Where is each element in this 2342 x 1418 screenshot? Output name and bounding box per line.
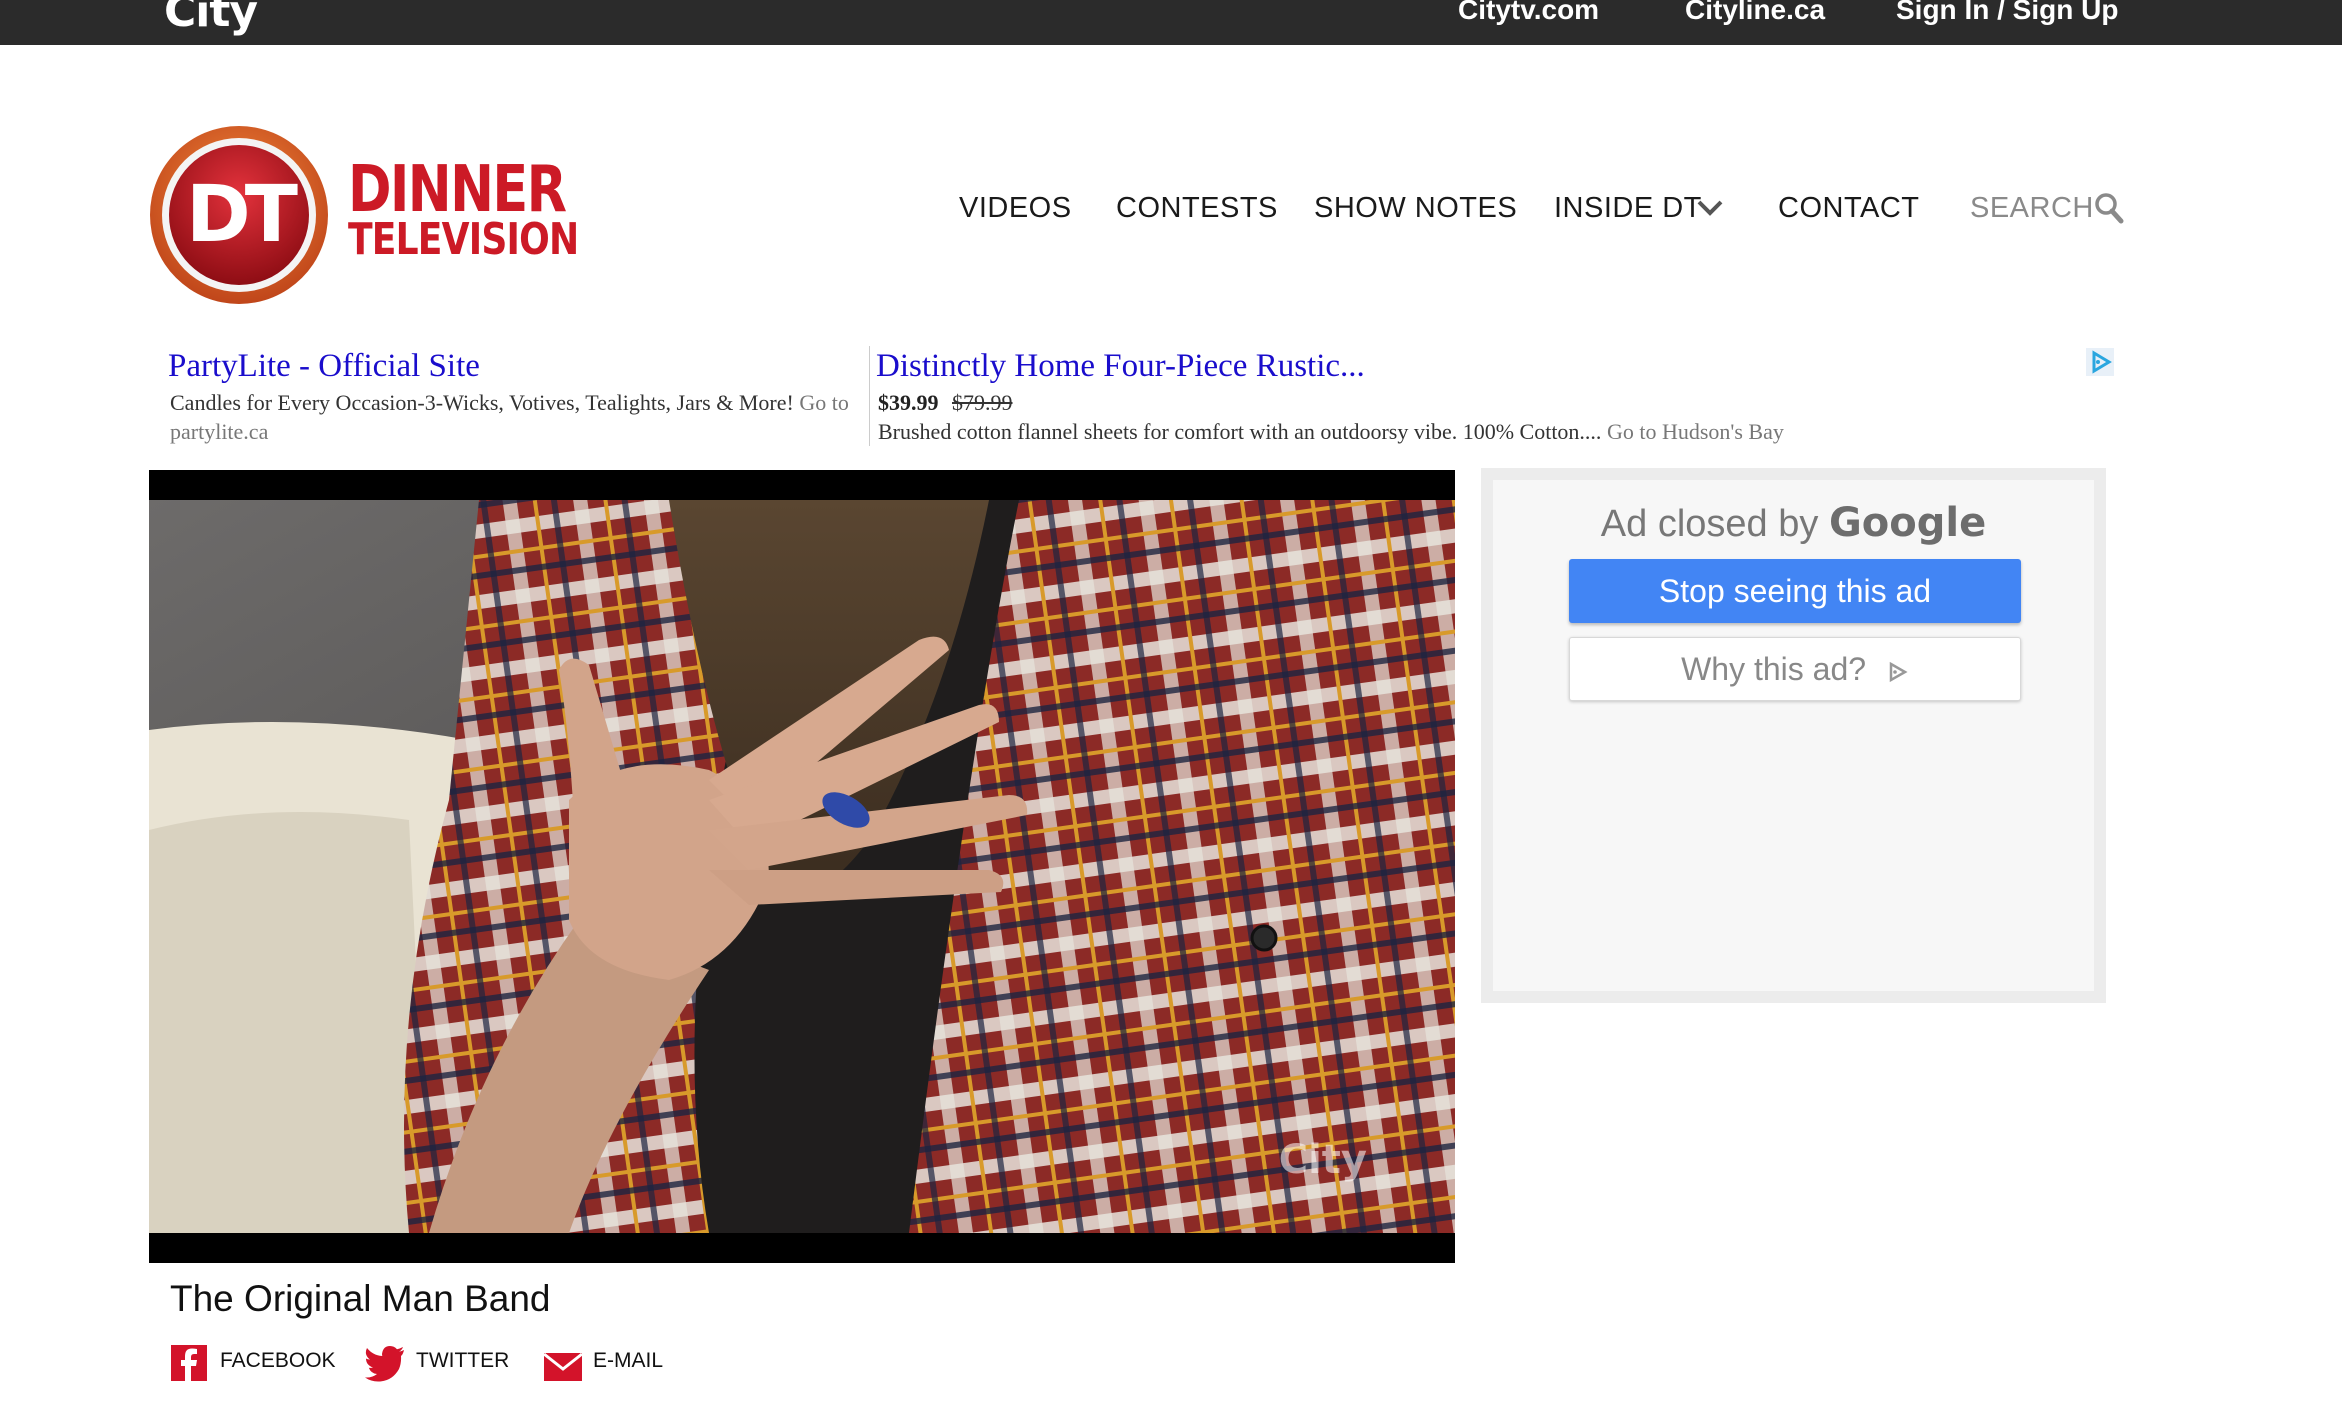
ad-old-price: $79.99	[952, 390, 1013, 415]
ad-price: $39.99	[878, 390, 939, 415]
why-this-ad-label: Why this ad?	[1681, 651, 1867, 687]
ad-partylite-description: Candles for Every Occasion-3-Wicks, Voti…	[170, 388, 860, 446]
closed-ad-inner: Ad closed by Google Stop seeing this ad …	[1493, 480, 2094, 991]
search-label[interactable]: SEARCH	[1970, 190, 2094, 226]
ad-partylite-text: Candles for Every Occasion-3-Wicks, Voti…	[170, 390, 794, 415]
email-icon	[543, 1352, 583, 1381]
share-twitter-label: TWITTER	[416, 1349, 510, 1372]
sign-in-link[interactable]: Sign In / Sign Up	[1896, 0, 2118, 26]
city-logo[interactable]: City	[164, 0, 258, 37]
why-this-ad-button[interactable]: Why this ad?	[1569, 637, 2021, 701]
video-watermark: City	[1279, 1137, 1367, 1183]
facebook-icon	[171, 1345, 207, 1381]
wordmark-line-1[interactable]: DINNER	[348, 158, 567, 222]
chevron-down-icon[interactable]	[1696, 198, 1724, 218]
wordmark-line-2[interactable]: TELEVISION	[348, 216, 579, 264]
closed-ad-panel: Ad closed by Google Stop seeing this ad …	[1481, 468, 2106, 1003]
ad-divider	[869, 346, 870, 446]
ad-closed-text: Ad closed by	[1600, 503, 1819, 545]
top-bar: City Citytv.com Cityline.ca Sign In / Si…	[0, 0, 2342, 45]
nav-show-notes[interactable]: SHOW NOTES	[1314, 190, 1517, 226]
ad-hudsons-bay-text: Brushed cotton flannel sheets for comfor…	[878, 419, 1602, 444]
share-email-label: E-MAIL	[593, 1349, 664, 1372]
video-title: The Original Man Band	[170, 1278, 551, 1319]
nav-inside-dt[interactable]: INSIDE DT	[1554, 190, 1702, 226]
stop-seeing-ad-button[interactable]: Stop seeing this ad	[1569, 559, 2021, 623]
ad-hudsons-bay-description: Brushed cotton flannel sheets for comfor…	[878, 417, 2178, 446]
search-icon[interactable]	[2094, 192, 2124, 224]
nav-contact[interactable]: CONTACT	[1778, 190, 1920, 226]
cityline-link[interactable]: Cityline.ca	[1685, 0, 1825, 26]
adchoices-play-icon	[1889, 661, 1908, 682]
nav-contests[interactable]: CONTESTS	[1116, 190, 1278, 226]
video-frame[interactable]: City	[149, 500, 1455, 1233]
ad-hudsons-bay-goto[interactable]: Go to Hudson's Bay	[1607, 419, 1784, 444]
dinner-television-logo-icon[interactable]: DT	[148, 124, 330, 306]
adchoices-icon[interactable]	[2086, 348, 2114, 376]
citytv-link[interactable]: Citytv.com	[1458, 0, 1599, 26]
ad-partylite-title[interactable]: PartyLite - Official Site	[168, 346, 480, 386]
dt-badge-text: DT	[186, 170, 298, 260]
ad-closed-message: Ad closed by Google	[1493, 500, 2094, 546]
twitter-icon	[365, 1346, 404, 1382]
nav-videos[interactable]: VIDEOS	[959, 190, 1072, 226]
video-player[interactable]: City	[149, 470, 1455, 1263]
share-facebook-label: FACEBOOK	[220, 1349, 336, 1372]
ad-hudsons-bay-title[interactable]: Distinctly Home Four-Piece Rustic...	[876, 346, 1365, 386]
google-wordmark: Google	[1828, 500, 1987, 546]
